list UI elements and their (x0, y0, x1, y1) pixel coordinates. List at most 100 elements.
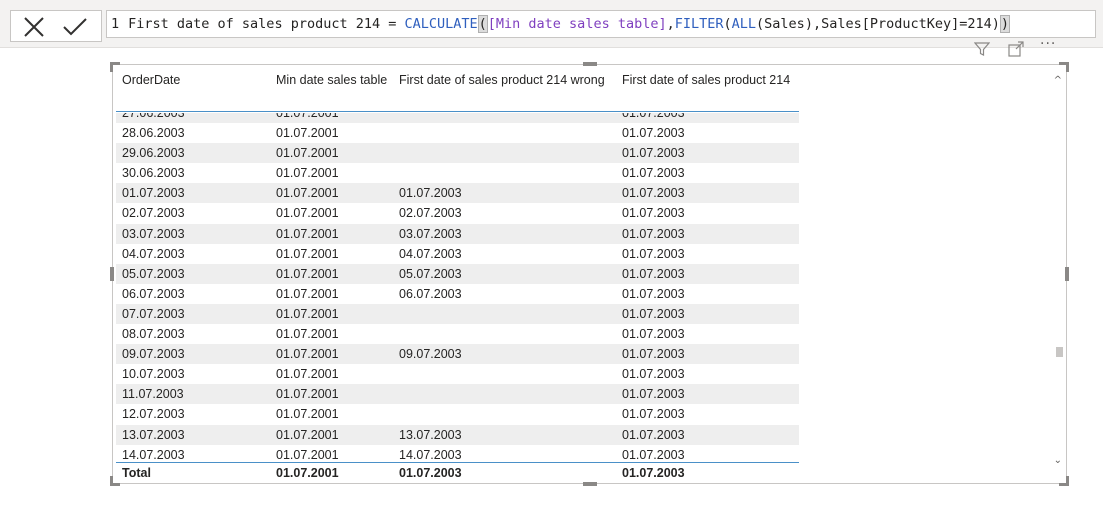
table-cell: 11.07.2003 (122, 387, 184, 402)
table-cell: 01.07.2001 (276, 427, 339, 442)
table-cell: 01.07.2001 (276, 166, 339, 181)
table-cell: 01.07.2003 (622, 447, 685, 462)
table-cell: 01.07.2003 (622, 146, 685, 161)
close-x-icon[interactable] (21, 14, 51, 40)
table-rows: 27.06.2003 01.07.2001 01.07.2003 28.06.2003… (116, 113, 799, 462)
table-cell: 01.07.2003 (622, 427, 685, 442)
resize-handle-right[interactable] (1065, 267, 1069, 281)
table-cell: 01.07.2003 (622, 407, 685, 422)
comma: , (666, 16, 675, 32)
table-cell: 01.07.2003 (622, 246, 685, 261)
visual-header: ··· (970, 37, 1065, 61)
table-cell: 02.07.2003 (399, 206, 462, 221)
table-row[interactable]: 01.07.2003 01.07.2001 01.07.2003 01.07.2003 (116, 183, 799, 204)
table-cell: 01.07.2001 (276, 286, 339, 301)
formula-buttons (10, 10, 102, 42)
table-cell: 01.07.2003 (622, 387, 685, 402)
table-cell: 01.07.2003 (622, 206, 685, 221)
table-cell: 01.07.2001 (276, 347, 339, 362)
total-cell: 01.07.2003 (622, 466, 685, 480)
table-cell: 13.07.2003 (399, 427, 462, 442)
table-cell: 01.07.2001 (276, 226, 339, 241)
table-cell: 01.07.2003 (622, 113, 685, 120)
table-row[interactable]: 30.06.2003 01.07.2001 01.07.2003 (116, 163, 799, 183)
column-header[interactable]: OrderDate (122, 72, 180, 89)
table-cell: 01.07.2003 (622, 226, 685, 241)
table-cell: 01.07.2001 (276, 306, 339, 321)
table-row[interactable]: 07.07.2003 01.07.2001 01.07.2003 (116, 303, 799, 325)
table-row[interactable]: 27.06.2003 01.07.2001 01.07.2003 (116, 113, 799, 124)
column-header[interactable]: First date of sales product 214 (622, 72, 792, 89)
table-cell: 01.07.2001 (276, 146, 339, 161)
table-cell: 01.07.2003 (122, 186, 185, 201)
table-row[interactable]: 14.07.2003 01.07.2001 14.07.2003 01.07.2003 (116, 445, 799, 462)
table-cell: 01.07.2003 (622, 266, 685, 281)
table-cell: 07.07.2003 (122, 306, 185, 321)
table-cell: 01.07.2003 (622, 166, 685, 181)
table-cell: 01.07.2001 (276, 206, 339, 221)
table-row[interactable]: 29.06.2003 01.07.2001 01.07.2003 (116, 143, 799, 164)
resize-handle-bottom[interactable] (583, 482, 597, 486)
corner-handle[interactable] (1059, 62, 1069, 72)
table-cell: 01.07.2001 (276, 266, 339, 281)
table-row[interactable]: 13.07.2003 01.07.2001 13.07.2003 01.07.2003 (116, 424, 799, 445)
table-cell: 01.07.2003 (622, 327, 685, 342)
table-cell: 03.07.2003 (399, 226, 462, 241)
table-cell: 06.07.2003 (122, 286, 185, 301)
table-row[interactable]: 28.06.2003 01.07.2001 01.07.2003 (116, 123, 799, 143)
formula-bar: 1 First date of sales product 214 = CALCU… (0, 0, 1103, 48)
table-row[interactable]: 12.07.2003 01.07.2001 01.07.2003 (116, 404, 799, 424)
checkmark-icon[interactable] (61, 14, 91, 40)
scroll-down-arrow[interactable]: ⌄ (1054, 455, 1062, 466)
table-row[interactable]: 08.07.2003 01.07.2001 01.07.2003 (116, 324, 799, 344)
table-cell: 28.06.2003 (122, 126, 185, 141)
resize-handle-left[interactable] (110, 267, 114, 281)
fn-all: ALL (731, 16, 757, 32)
table-header: OrderDate Min date sales table First dat… (116, 65, 799, 112)
table-visual[interactable]: OrderDate Min date sales table First dat… (110, 62, 1069, 486)
more-options-icon[interactable]: ··· (1040, 37, 1056, 51)
table-cell: 01.07.2001 (276, 387, 339, 402)
table-cell: 08.07.2003 (122, 327, 185, 342)
column-header[interactable]: First date of sales product 214 wrong (399, 72, 605, 89)
open-paren: ( (477, 15, 488, 33)
table-cell: 01.07.2001 (276, 186, 339, 201)
table-row[interactable]: 09.07.2003 01.07.2001 09.07.2003 01.07.2003 (116, 344, 799, 365)
total-cell: 01.07.2001 (276, 466, 339, 480)
table-row[interactable]: 03.07.2003 01.07.2001 03.07.2003 01.07.2003 (116, 223, 799, 244)
table-body[interactable]: 27.06.2003 01.07.2001 01.07.2003 28.06.2003… (116, 113, 799, 462)
table-row[interactable]: 06.07.2003 01.07.2001 06.07.2003 01.07.2003 (116, 284, 799, 304)
filter-icon[interactable] (973, 41, 991, 61)
table-cell: 09.07.2003 (399, 347, 462, 362)
table-cell: 02.07.2003 (122, 206, 185, 221)
table-cell: 13.07.2003 (122, 427, 185, 442)
table-cell: 01.07.2003 (622, 126, 685, 141)
table-cell: 09.07.2003 (122, 347, 185, 362)
table-cell: 01.07.2003 (622, 367, 685, 382)
table-cell: 03.07.2003 (122, 226, 185, 241)
table-cell: 01.07.2001 (276, 113, 339, 120)
table-cell: 01.07.2001 (276, 246, 339, 261)
column-header[interactable]: Min date sales table (276, 72, 387, 89)
table-row[interactable]: 10.07.2003 01.07.2001 01.07.2003 (116, 364, 799, 384)
filter-arguments: (Sales),Sales[ProductKey]=214) (756, 16, 1000, 32)
table-row[interactable]: 05.07.2003 01.07.2001 05.07.2003 01.07.2003 (116, 263, 799, 284)
table-cell: 29.06.2003 (122, 146, 185, 161)
focus-mode-icon[interactable] (1008, 41, 1024, 61)
fn-filter: FILTER (674, 16, 724, 32)
measure-reference: [Min date sales table] (487, 16, 667, 32)
table-row[interactable]: 11.07.2003 01.07.2001 01.07.2003 (116, 384, 799, 405)
table-row[interactable]: 04.07.2003 01.07.2001 04.07.2003 01.07.2003 (116, 244, 799, 264)
measure-name: First date of sales product 214 = (128, 16, 405, 32)
open-paren-2: ( (723, 16, 732, 32)
scrollbar-thumb[interactable] (1056, 347, 1063, 357)
table-cell: 01.07.2001 (276, 447, 339, 462)
table-cell: 10.07.2003 (122, 367, 185, 382)
table-row[interactable]: 02.07.2003 01.07.2001 02.07.2003 01.07.2003 (116, 203, 799, 223)
scroll-up-arrow[interactable]: ^ (1054, 75, 1062, 86)
table-cell: 01.07.2001 (276, 126, 339, 141)
dax-formula-editor[interactable]: 1 First date of sales product 214 = CALCU… (106, 10, 1096, 38)
total-label: Total (122, 466, 151, 480)
corner-handle[interactable] (1059, 476, 1069, 486)
table-cell: 05.07.2003 (399, 266, 462, 281)
